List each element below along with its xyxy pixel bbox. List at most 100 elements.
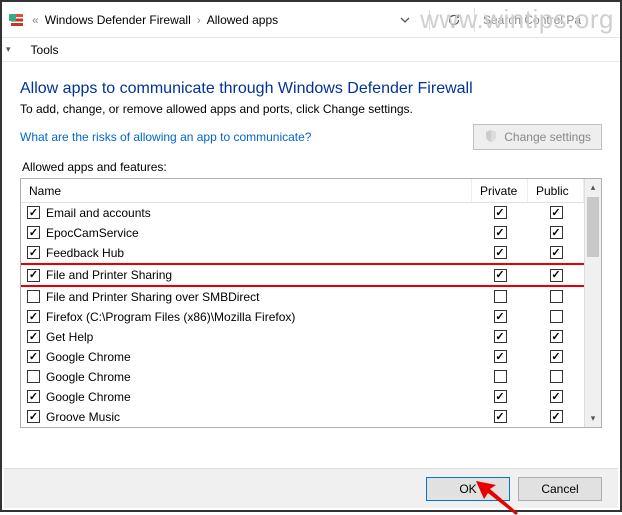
private-checkbox[interactable] <box>494 370 507 383</box>
menu-bar: ▾ Tools <box>2 38 620 62</box>
cell-public <box>528 206 584 219</box>
page-subtitle: To add, change, or remove allowed apps a… <box>20 102 602 116</box>
table-row[interactable]: Firefox (C:\Program Files (x86)\Mozilla … <box>21 307 584 327</box>
private-checkbox[interactable] <box>494 350 507 363</box>
public-checkbox[interactable] <box>550 269 563 282</box>
cell-name: Google Chrome <box>27 390 472 404</box>
cell-name: File and Printer Sharing over SMBDirect <box>27 290 472 304</box>
cell-public <box>528 410 584 423</box>
public-checkbox[interactable] <box>550 370 563 383</box>
public-checkbox[interactable] <box>550 226 563 239</box>
row-label: Groove Music <box>46 410 120 424</box>
table-row[interactable]: Groove Music <box>21 407 584 427</box>
table-row[interactable]: Google Chrome <box>21 367 584 387</box>
cell-name: Google Chrome <box>27 370 472 384</box>
row-enable-checkbox[interactable] <box>27 310 40 323</box>
public-checkbox[interactable] <box>550 410 563 423</box>
row-enable-checkbox[interactable] <box>27 226 40 239</box>
private-checkbox[interactable] <box>494 330 507 343</box>
public-checkbox[interactable] <box>550 246 563 259</box>
change-settings-label: Change settings <box>504 130 591 144</box>
private-checkbox[interactable] <box>494 226 507 239</box>
table-row[interactable]: Get Help <box>21 327 584 347</box>
change-settings-button[interactable]: Change settings <box>473 124 602 150</box>
row-label: Google Chrome <box>46 350 131 364</box>
public-checkbox[interactable] <box>550 310 563 323</box>
row-label: Google Chrome <box>46 390 131 404</box>
private-checkbox[interactable] <box>494 310 507 323</box>
private-checkbox[interactable] <box>494 246 507 259</box>
table-row[interactable]: File and Printer Sharing <box>21 263 584 287</box>
private-checkbox[interactable] <box>494 206 507 219</box>
scroll-down-button[interactable]: ▾ <box>585 410 601 427</box>
shield-icon <box>484 129 498 146</box>
cell-name: Get Help <box>27 330 472 344</box>
cell-private <box>472 350 528 363</box>
public-checkbox[interactable] <box>550 206 563 219</box>
menu-tools[interactable]: Tools <box>27 41 63 59</box>
private-checkbox[interactable] <box>494 390 507 403</box>
menu-indicator-icon: ▾ <box>6 44 11 55</box>
row-enable-checkbox[interactable] <box>27 330 40 343</box>
row-enable-checkbox[interactable] <box>27 390 40 403</box>
cancel-button[interactable]: Cancel <box>518 477 602 501</box>
cell-public <box>528 390 584 403</box>
row-label: Email and accounts <box>46 206 151 220</box>
cell-public <box>528 226 584 239</box>
cell-private <box>472 410 528 423</box>
table-body: Email and accounts EpocCamService Feedback… <box>21 203 584 427</box>
cell-private <box>472 390 528 403</box>
column-header-public[interactable]: Public <box>528 179 584 202</box>
row-enable-checkbox[interactable] <box>27 290 40 303</box>
public-checkbox[interactable] <box>550 350 563 363</box>
row-enable-checkbox[interactable] <box>27 410 40 423</box>
allowed-apps-table: Name Private Public Email and accounts Ep… <box>20 178 602 428</box>
cell-private <box>472 370 528 383</box>
cell-public <box>528 290 584 303</box>
cell-name: Firefox (C:\Program Files (x86)\Mozilla … <box>27 310 472 324</box>
cell-public <box>528 350 584 363</box>
public-checkbox[interactable] <box>550 290 563 303</box>
column-header-private[interactable]: Private <box>472 179 528 202</box>
cell-public <box>528 310 584 323</box>
cell-private <box>472 330 528 343</box>
table-row[interactable]: Google Chrome <box>21 347 584 367</box>
row-enable-checkbox[interactable] <box>27 370 40 383</box>
table-header: Name Private Public <box>21 179 584 203</box>
private-checkbox[interactable] <box>494 410 507 423</box>
scroll-track[interactable] <box>585 258 601 410</box>
breadcrumb[interactable]: « Windows Defender Firewall › Allowed ap… <box>32 13 385 27</box>
private-checkbox[interactable] <box>494 290 507 303</box>
cell-name: EpocCamService <box>27 226 472 240</box>
cell-private <box>472 310 528 323</box>
cell-name: File and Printer Sharing <box>27 268 472 282</box>
row-enable-checkbox[interactable] <box>27 206 40 219</box>
table-row[interactable]: File and Printer Sharing over SMBDirect <box>21 287 584 307</box>
table-row[interactable]: Email and accounts <box>21 203 584 223</box>
row-label: File and Printer Sharing over SMBDirect <box>46 290 259 304</box>
scroll-thumb[interactable] <box>587 197 599 257</box>
row-enable-checkbox[interactable] <box>27 350 40 363</box>
public-checkbox[interactable] <box>550 390 563 403</box>
row-enable-checkbox[interactable] <box>27 246 40 259</box>
table-row[interactable]: Google Chrome <box>21 387 584 407</box>
column-header-name[interactable]: Name <box>21 179 472 202</box>
scroll-up-button[interactable]: ▴ <box>585 179 601 196</box>
table-row[interactable]: EpocCamService <box>21 223 584 243</box>
row-enable-checkbox[interactable] <box>27 269 40 282</box>
dropdown-button[interactable] <box>391 8 419 32</box>
public-checkbox[interactable] <box>550 330 563 343</box>
firewall-icon <box>8 11 26 29</box>
row-label: EpocCamService <box>46 226 139 240</box>
breadcrumb-item-allowed-apps[interactable]: Allowed apps <box>207 13 278 27</box>
main-content: Allow apps to communicate through Window… <box>2 62 620 436</box>
risks-link[interactable]: What are the risks of allowing an app to… <box>20 130 465 144</box>
table-row[interactable]: Feedback Hub <box>21 243 584 263</box>
breadcrumb-item-firewall[interactable]: Windows Defender Firewall <box>45 13 191 27</box>
private-checkbox[interactable] <box>494 269 507 282</box>
allowed-apps-label: Allowed apps and features: <box>22 160 602 174</box>
vertical-scrollbar[interactable]: ▴ ▾ <box>584 179 601 427</box>
cell-public <box>528 370 584 383</box>
dialog-footer: OK Cancel <box>4 468 618 508</box>
page-title: Allow apps to communicate through Window… <box>20 80 602 98</box>
